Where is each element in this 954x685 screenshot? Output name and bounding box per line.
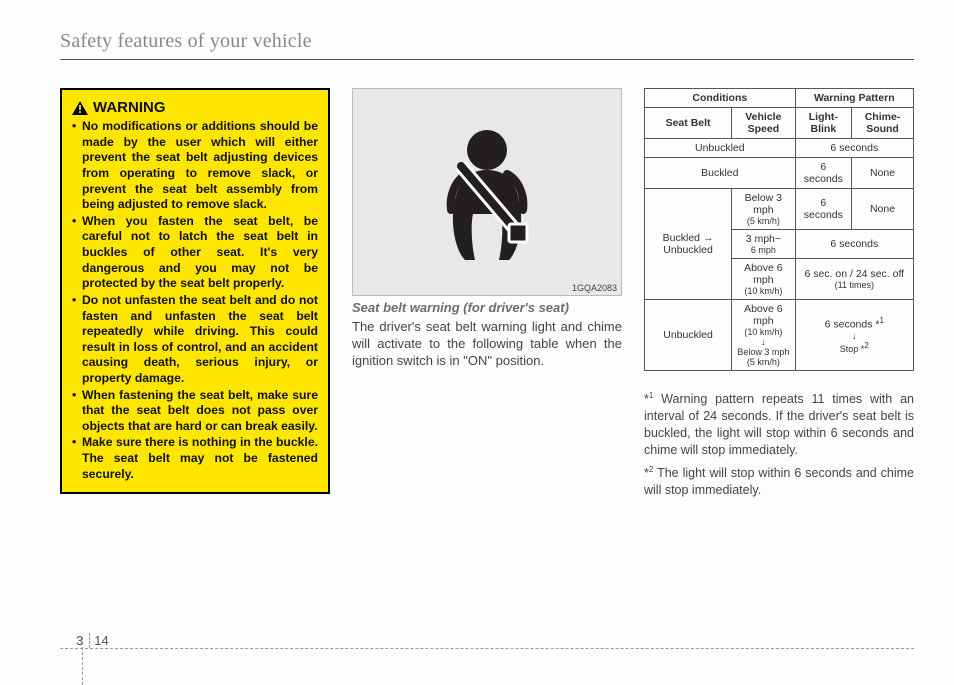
cell: Buckled → Unbuckled bbox=[645, 189, 732, 300]
th-conditions: Conditions bbox=[645, 89, 796, 108]
warning-item: When fastening the seat belt, make sure … bbox=[72, 388, 318, 435]
footnote-1: *1 Warning pattern repeats 11 times with… bbox=[644, 391, 914, 459]
th-chime: Chime-Sound bbox=[852, 108, 914, 139]
warning-list: No modifications or additions should be … bbox=[72, 119, 318, 482]
cell: Buckled bbox=[645, 158, 796, 189]
cell: Above 6 mph(10 km/h) bbox=[732, 259, 795, 300]
cell: 6 seconds *1 ↓ Stop *2 bbox=[795, 300, 913, 371]
th-light: Light-Blink bbox=[795, 108, 851, 139]
seatbelt-person-icon bbox=[427, 122, 547, 262]
col-table: Conditions Warning Pattern Seat Belt Veh… bbox=[644, 88, 914, 505]
warning-box: WARNING No modifications or additions sh… bbox=[60, 88, 330, 494]
warning-item: When you fasten the seat belt, be carefu… bbox=[72, 214, 318, 292]
cell: 6 seconds bbox=[795, 139, 913, 158]
cell: 6 seconds bbox=[795, 158, 851, 189]
warning-item: Make sure there is nothing in the buckle… bbox=[72, 435, 318, 482]
cell: None bbox=[852, 189, 914, 230]
content-columns: WARNING No modifications or additions sh… bbox=[60, 88, 914, 505]
cell: Below 3 mph(5 km/h) bbox=[732, 189, 795, 230]
footnote-2: *2 The light will stop within 6 seconds … bbox=[644, 465, 914, 499]
cell: 6 seconds bbox=[795, 230, 913, 259]
page-header: Safety features of your vehicle bbox=[60, 30, 914, 60]
th-pattern: Warning Pattern bbox=[795, 89, 913, 108]
col-warning: WARNING No modifications or additions sh… bbox=[60, 88, 330, 494]
cell: Above 6 mph (10 km/h) ↓ Below 3 mph (5 k… bbox=[732, 300, 795, 371]
warning-heading: WARNING bbox=[72, 98, 318, 117]
warning-pattern-table: Conditions Warning Pattern Seat Belt Veh… bbox=[644, 88, 914, 371]
warning-item: Do not unfasten the seat belt and do not… bbox=[72, 293, 318, 387]
warning-item: No modifications or additions should be … bbox=[72, 119, 318, 213]
cell: Unbuckled bbox=[645, 300, 732, 371]
cell: None bbox=[852, 158, 914, 189]
page-footer: 314 bbox=[60, 648, 914, 653]
footer-vline bbox=[82, 637, 83, 685]
chapter-number: 3 bbox=[76, 633, 90, 648]
figure-code: 1GQA2083 bbox=[572, 283, 617, 293]
warning-triangle-icon bbox=[72, 101, 88, 115]
warning-title: WARNING bbox=[93, 98, 166, 117]
figure-caption: Seat belt warning (for driver's seat) bbox=[352, 300, 622, 315]
cell: 3 mph~6 mph bbox=[732, 230, 795, 259]
cell: 6 seconds bbox=[795, 189, 851, 230]
cell: 6 sec. on / 24 sec. off(11 times) bbox=[795, 259, 913, 300]
seatbelt-figure: 1GQA2083 bbox=[352, 88, 622, 296]
th-speed: Vehicle Speed bbox=[732, 108, 795, 139]
page-number-value: 14 bbox=[94, 633, 108, 648]
body-paragraph: The driver's seat belt warning light and… bbox=[352, 319, 622, 370]
cell: Unbuckled bbox=[645, 139, 796, 158]
page-number: 3 14 bbox=[72, 633, 113, 648]
th-seatbelt: Seat Belt bbox=[645, 108, 732, 139]
col-figure: 1GQA2083 Seat belt warning (for driver's… bbox=[352, 88, 622, 370]
footnotes: *1 Warning pattern repeats 11 times with… bbox=[644, 391, 914, 499]
